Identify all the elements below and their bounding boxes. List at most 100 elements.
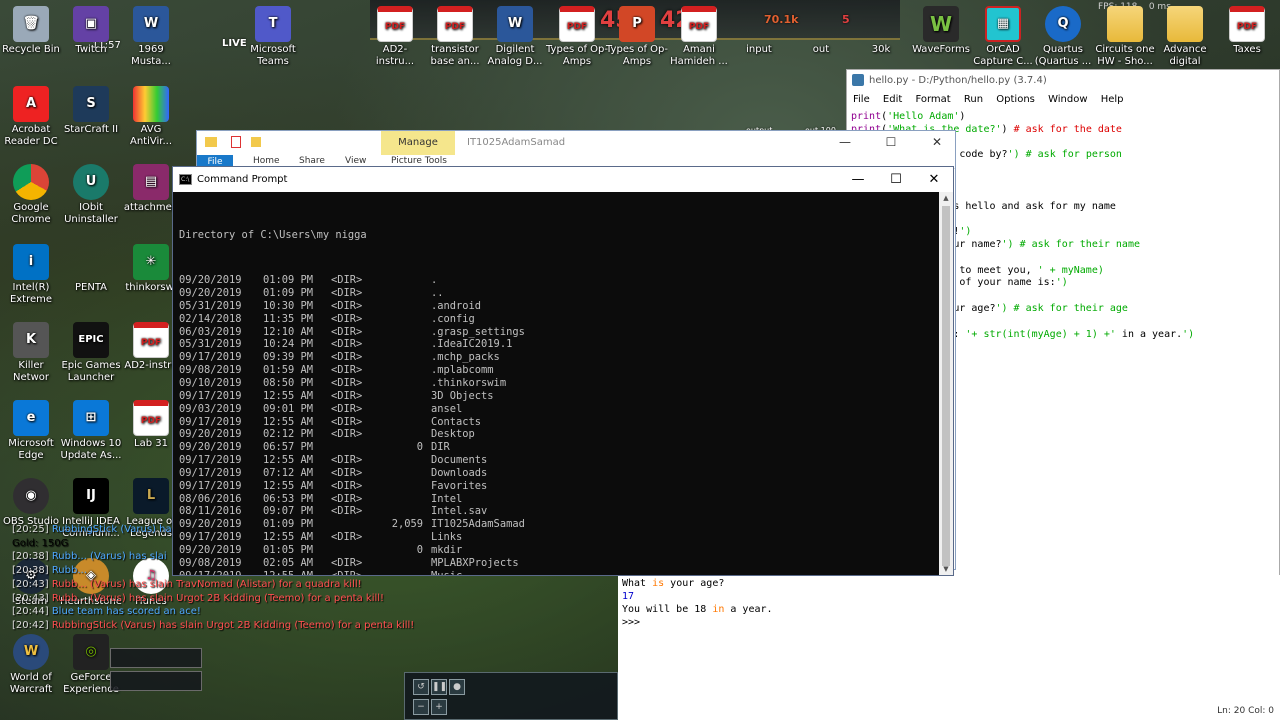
tab-picture-tools[interactable]: Picture Tools [391,156,447,166]
menu-format[interactable]: Format [915,94,950,105]
close-icon[interactable]: ✕ [919,131,955,153]
desktop-icon-ms-teams[interactable]: T Microsoft Teams [242,6,304,68]
desktop-icon-epic[interactable]: EPIC Epic Games Launcher [60,322,122,384]
desktop-icon-edge[interactable]: e Microsoft Edge [0,400,62,462]
desktop-icon-obs[interactable]: ◉ OBS Studio [0,478,62,528]
dir-row: 09/20/2019 01:09 PM <DIR>. [179,274,939,287]
menu-edit[interactable]: Edit [883,94,902,105]
tab-home[interactable]: Home [253,156,280,166]
cmd-output[interactable]: Directory of C:\Users\my nigga 09/20/201… [173,192,939,575]
desktop-icon-iobit[interactable]: U IObit Uninstaller [60,164,122,226]
minimize-icon[interactable]: — [827,131,863,153]
explorer-titlebar[interactable]: Manage IT1025AdamSamad — ☐ ✕ [197,131,955,155]
scroll-down-icon[interactable]: ▼ [939,565,953,573]
desktop-icon-chrome[interactable]: Google Chrome [0,164,62,226]
desktop-icon-wow[interactable]: W World of Warcraft [0,634,62,696]
desktop-icon-out[interactable]: out [790,6,852,56]
tab-view[interactable]: View [345,156,366,166]
word-icon: W [497,6,533,42]
dir-time: 01:09 PM [263,287,314,300]
file-icon [73,244,109,280]
desktop-icon-amani-pdf[interactable]: PDF Amani Hamideh ... [668,6,730,68]
idle-menubar: File Edit Format Run Options Window Help [847,91,1279,109]
desktop-icon-starcraft[interactable]: S StarCraft II [60,86,122,136]
chat-channel-select[interactable] [110,648,202,668]
menu-file[interactable]: File [853,94,870,105]
desktop-icon-killer[interactable]: K Killer Networ [0,322,62,384]
dir-time: 01:05 PM [263,543,314,556]
dir-row: 02/14/2018 11:35 PM <DIR> .config [179,313,939,326]
chat-filter-select[interactable] [110,671,202,691]
desktop-icon-win10-update[interactable]: ⊞ Windows 10 Update As... [60,400,122,462]
teams-icon: T [255,6,291,42]
desktop-icon-ad2-pdf[interactable]: PDF AD2-instru... [364,6,426,68]
dir-date: 09/20/2019 [179,428,242,441]
desktop-icon-orcad[interactable]: ▦ OrCAD Capture C... [972,6,1034,68]
speed-down-button[interactable]: − [413,699,429,715]
desktop-icon-30k[interactable]: 30k [850,6,912,56]
dir-time: 07:12 AM [263,466,314,479]
dir-name: .config [431,312,475,325]
desktop-icon-word-1969[interactable]: W 1969 Musta... [120,6,182,68]
dir-type: <DIR> [331,351,363,364]
minimize-icon[interactable]: — [839,167,877,192]
python-shell[interactable]: What is your age? 17 You will be 18 in a y… [618,575,1280,720]
desktop-icon-circuits-hw[interactable]: Circuits one HW - Sho... [1094,6,1156,68]
pdf-icon: PDF [133,400,169,436]
speed-up-button[interactable]: + [431,699,447,715]
desktop-icon-avg[interactable]: AVG AntiVir... [120,86,182,148]
dir-row: 09/08/2019 01:59 AM <DIR> .mplabcomm [179,364,939,377]
quartus-icon: Q [1045,6,1081,42]
pause-button[interactable]: ❚❚ [431,679,447,695]
desktop-icon-intel[interactable]: i Intel(R) Extreme Tu... [0,244,62,306]
desktop-icon-recycle-bin[interactable]: 🗑 Recycle Bin [0,6,62,56]
desktop-icon-transistor-pdf[interactable]: PDF transistor base an... [424,6,486,68]
pdf-icon: PDF [377,6,413,42]
desktop-icon-twitch[interactable]: ▣ Twitch [60,6,122,56]
chat-line: [20:43] Rubb... (Varus) has slain TravNo… [12,579,362,590]
dir-date: 09/08/2019 [179,364,242,377]
properties-icon [231,136,241,148]
cmd-scrollbar[interactable]: ▲ ▼ [939,192,953,575]
close-icon[interactable]: ✕ [915,167,953,192]
desktop-icon-advance-digital[interactable]: Advance digital syst... [1154,6,1216,68]
menu-help[interactable]: Help [1101,94,1124,105]
menu-options[interactable]: Options [996,94,1035,105]
replay-restart-button[interactable]: ↺ [413,679,429,695]
desktop-icon-input[interactable]: input [728,6,790,56]
desktop-icon-opamps-pdf[interactable]: PDF Types of Op-Amps [546,6,608,68]
dir-date: 09/17/2019 [179,415,242,428]
idle-titlebar[interactable]: hello.py - D:/Python/hello.py (3.7.4) [847,70,1279,91]
dir-time: 12:10 AM [263,325,314,338]
manage-tab[interactable]: Manage [381,131,455,155]
desktop-icon-acrobat[interactable]: A Acrobat Reader DC [0,86,62,148]
pdf-icon: PDF [559,6,595,42]
dir-time: 02:05 AM [263,556,314,569]
menu-run[interactable]: Run [964,94,983,105]
desktop-icon-opamps-ppt[interactable]: P Types of Op-Amps [606,6,668,68]
dir-date: 09/20/2019 [179,287,242,300]
menu-window[interactable]: Window [1048,94,1087,105]
desktop-icon-quartus[interactable]: Q Quartus (Quartus ... [1032,6,1094,68]
dir-type: <DIR> [331,531,363,544]
dir-type: <DIR> [331,479,363,492]
file-icon [863,6,899,42]
desktop-icon-penta[interactable]: PENTA [60,244,122,294]
tab-share[interactable]: Share [299,156,325,166]
record-button[interactable]: ● [449,679,465,695]
dir-date: 09/03/2019 [179,402,242,415]
cmd-titlebar[interactable]: C:\ Command Prompt — ☐ ✕ [173,167,953,192]
maximize-icon[interactable]: ☐ [873,131,909,153]
desktop-icon-taxes[interactable]: PDF Taxes [1216,6,1278,56]
explorer-title: IT1025AdamSamad [467,137,566,148]
desktop-icon-digilent-word[interactable]: W Digilent Analog D... [484,6,546,68]
pdf-icon: PDF [681,6,717,42]
desktop-icon-waveforms[interactable]: W WaveForms [910,6,972,56]
dir-name: .mplabcomm [431,364,494,377]
scroll-up-icon[interactable]: ▲ [939,194,953,202]
maximize-icon[interactable]: ☐ [877,167,915,192]
dir-date: 09/17/2019 [179,570,263,575]
dir-date: 05/31/2019 [179,299,242,312]
dir-name: Links [431,531,463,544]
scroll-thumb[interactable] [942,206,950,566]
